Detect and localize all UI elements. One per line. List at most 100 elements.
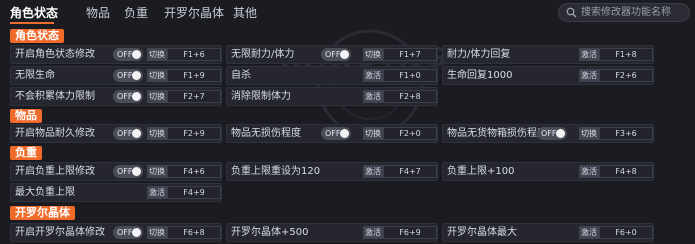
toggle-state: OFF [325,129,341,138]
activate-button[interactable]: 激活 [363,90,383,103]
search-box[interactable] [558,3,690,22]
activate-button[interactable]: 激活 [579,48,599,61]
section-items: 物品 [10,109,42,123]
hotkey-field[interactable]: F3+6 [599,127,653,140]
switch-button[interactable]: 切换 [147,127,167,140]
toggle-knob [556,129,565,138]
tab-chiral-crystal[interactable]: 开罗尔晶体 [164,4,224,21]
toggle-switch[interactable]: OFF [113,69,143,82]
item-weight-reset-120: 负重上限重设为120 激活 F4+7 [226,162,438,181]
hotkey-field[interactable]: F4+8 [599,165,653,178]
hotkey-field[interactable]: F1+9 [167,69,221,82]
toggle-knob [340,129,349,138]
item-label: 无限耐力/体力 [231,49,295,60]
toggle-knob [132,71,141,80]
toggle-switch[interactable]: OFF [113,226,143,239]
toggle-switch[interactable]: OFF [321,127,351,140]
item-enable-chiral-crystal: 开启开罗尔晶体修改 OFF 切换 F6+8 [10,223,222,242]
toggle-state: OFF [541,129,557,138]
toggle-knob [340,50,349,59]
switch-button[interactable]: 切换 [579,127,599,140]
hotkey-field[interactable]: F6+0 [599,226,653,239]
hotkey-field[interactable]: F6+9 [383,226,437,239]
activate-button[interactable]: 激活 [363,165,383,178]
toggle-state: OFF [325,50,341,59]
tab-items[interactable]: 物品 [86,4,110,21]
search-input[interactable] [581,4,687,21]
item-weight-plus-100: 负重上限+100 激活 F4+8 [442,162,654,181]
activate-button[interactable]: 激活 [579,226,599,239]
hotkey-field[interactable]: F1+0 [383,69,437,82]
item-enable-durability: 开启物品耐久修改 OFF 切换 F2+9 [10,124,222,143]
switch-button[interactable]: 切换 [147,48,167,61]
hotkey-field[interactable]: F4+9 [167,186,221,199]
item-no-item-damage: 物品无损伤程度 OFF 切换 F2+0 [226,124,438,143]
hotkey-field[interactable]: F2+0 [383,127,437,140]
hotkey-field[interactable]: F1+8 [599,48,653,61]
toggle-switch[interactable]: OFF [113,48,143,61]
item-infinite-stamina: 无限耐力/体力 OFF 切换 F1+7 [226,45,438,64]
toggle-state: OFF [117,167,133,176]
item-no-stamina-limit: 不会积累体力限制 OFF 切换 F2+7 [10,87,222,106]
item-label: 开罗尔晶体最大 [447,227,517,238]
toggle-knob [132,228,141,237]
switch-button[interactable]: 切换 [147,90,167,103]
hotkey-field[interactable]: F6+8 [167,226,221,239]
hotkey-field[interactable]: F1+7 [383,48,437,61]
toggle-switch[interactable]: OFF [537,127,567,140]
toggle-state: OFF [117,129,133,138]
toggle-state: OFF [117,50,133,59]
item-chiral-crystal-plus-500: 开罗尔晶体+500 激活 F6+9 [226,223,438,242]
hotkey-field[interactable]: F2+6 [599,69,653,82]
item-label: 最大负重上限 [15,187,75,198]
activate-button[interactable]: 激活 [579,69,599,82]
switch-button[interactable]: 切换 [147,69,167,82]
item-label: 负重上限+100 [447,166,515,177]
switch-button[interactable]: 切换 [147,165,167,178]
hotkey-field[interactable]: F2+8 [383,90,437,103]
toggle-switch[interactable]: OFF [113,127,143,140]
item-label: 开罗尔晶体+500 [231,227,309,238]
item-label: 生命回复1000 [447,70,513,81]
activate-button[interactable]: 激活 [363,226,383,239]
item-max-weight-limit: 最大负重上限 激活 F4+9 [10,183,222,202]
item-label: 消除限制体力 [231,91,291,102]
switch-button[interactable]: 切换 [363,48,383,61]
item-infinite-health: 无限生命 OFF 切换 F1+9 [10,66,222,85]
item-stamina-recover: 耐力/体力回复 激活 F1+8 [442,45,654,64]
section-chiral-crystal: 开罗尔晶体 [10,206,75,220]
section-weight: 负重 [10,146,42,160]
toggle-knob [132,50,141,59]
activate-button[interactable]: 激活 [579,165,599,178]
hotkey-field[interactable]: F2+7 [167,90,221,103]
search-icon [566,7,577,18]
toggle-switch[interactable]: OFF [113,90,143,103]
hotkey-field[interactable]: F1+6 [167,48,221,61]
toggle-state: OFF [117,92,133,101]
toggle-state: OFF [117,71,133,80]
item-no-cargo-damage: 物品无货物箱损伤程度 OFF 切换 F3+6 [442,124,654,143]
hotkey-field[interactable]: F4+7 [383,165,437,178]
switch-button[interactable]: 切换 [363,127,383,140]
tab-weight[interactable]: 负重 [124,4,148,21]
hotkey-field[interactable]: F2+9 [167,127,221,140]
item-suicide: 自杀 激活 F1+0 [226,66,438,85]
active-tab-indicator [10,22,54,24]
toggle-knob [132,92,141,101]
item-chiral-crystal-max: 开罗尔晶体最大 激活 F6+0 [442,223,654,242]
activate-button[interactable]: 激活 [147,186,167,199]
activate-button[interactable]: 激活 [363,69,383,82]
tab-character-status[interactable]: 角色状态 [10,4,58,21]
item-label: 自杀 [231,70,251,81]
toggle-switch[interactable]: OFF [113,165,143,178]
item-label: 开启物品耐久修改 [15,128,95,139]
switch-button[interactable]: 切换 [147,226,167,239]
toggle-switch[interactable]: OFF [321,48,351,61]
toggle-knob [132,167,141,176]
item-enable-weight-limit: 开启负重上限修改 OFF 切换 F4+6 [10,162,222,181]
hotkey-field[interactable]: F4+6 [167,165,221,178]
item-label: 无限生命 [15,70,55,81]
item-label: 耐力/体力回复 [447,49,511,60]
item-label: 不会积累体力限制 [15,91,95,102]
tab-other[interactable]: 其他 [233,4,257,21]
